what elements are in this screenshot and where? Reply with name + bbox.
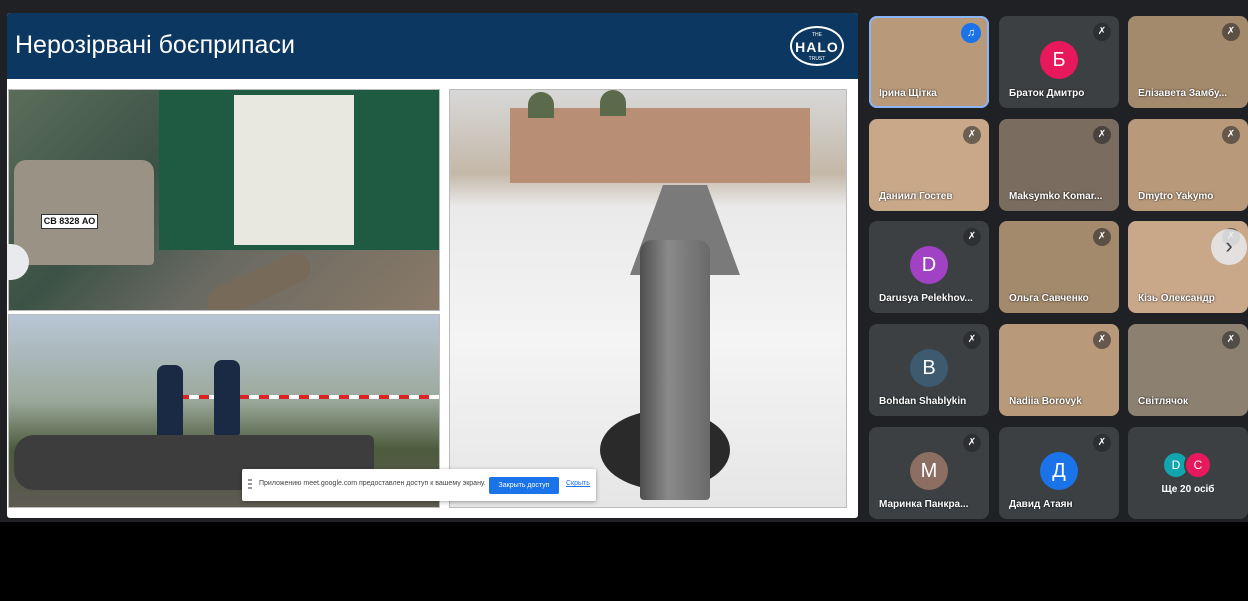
mic-off-icon: ✗	[1093, 434, 1111, 452]
slide-header: Нерозірвані боєприпаси THE HALO TRUST	[7, 13, 858, 79]
mic-off-icon: ✗	[1093, 126, 1111, 144]
slide-title: Нерозірвані боєприпаси	[15, 31, 295, 59]
stop-sharing-button[interactable]: Закрыть доступ	[489, 477, 559, 494]
mic-off-icon: ✗	[963, 126, 981, 144]
participant-tile[interactable]: ✗ Maksymko Komar...	[999, 119, 1119, 211]
participant-name: Darusya Pelekhov...	[879, 293, 973, 304]
mic-off-icon: ✗	[1093, 331, 1111, 349]
participant-tile[interactable]: D ✗ Darusya Pelekhov...	[869, 221, 989, 313]
participant-tile[interactable]: B ✗ Bohdan Shablykin	[869, 324, 989, 416]
mic-on-icon: ♫	[961, 23, 981, 43]
presentation-view: Нерозірвані боєприпаси THE HALO TRUST СВ…	[7, 13, 858, 518]
avatar: B	[910, 349, 948, 387]
participant-name: Елізавета Замбу...	[1138, 88, 1228, 99]
avatar: C	[1184, 451, 1212, 479]
participant-name: Maksymko Komar...	[1009, 191, 1103, 202]
participant-tile[interactable]: ✗ Nadiia Borovyk	[999, 324, 1119, 416]
participant-tile[interactable]: ♫ Ірина Щітка	[869, 16, 989, 108]
participant-tile[interactable]: ✗ Ольга Савченко	[999, 221, 1119, 313]
license-plate: СВ 8328 АО	[41, 214, 98, 229]
participant-name: Маринка Панкра...	[879, 499, 969, 510]
participant-tile[interactable]: Д ✗ Давид Атаян	[999, 427, 1119, 519]
photo-damaged-house: СВ 8328 АО	[8, 89, 440, 311]
mic-off-icon: ✗	[963, 434, 981, 452]
photo-rocket-in-snow	[449, 89, 847, 508]
screen-share-notification: Приложению meet.google.com предоставлен …	[242, 469, 596, 501]
avatar: Д	[1040, 452, 1078, 490]
mic-off-icon: ✗	[1222, 23, 1240, 41]
share-message: Приложению meet.google.com предоставлен …	[259, 480, 486, 487]
mic-off-icon: ✗	[1222, 126, 1240, 144]
participant-name: Кізь Олександр	[1138, 293, 1215, 304]
participant-name: Ольга Савченко	[1009, 293, 1089, 304]
halo-trust-logo: THE HALO TRUST	[790, 26, 844, 66]
avatar: M	[910, 452, 948, 490]
participant-name: Nadiia Borovyk	[1009, 396, 1082, 407]
participant-tile[interactable]: ✗ Світлячок	[1128, 324, 1248, 416]
mic-off-icon: ✗	[963, 228, 981, 246]
participant-name: Давид Атаян	[1009, 499, 1073, 510]
participant-tile[interactable]: ✗ Dmytro Yakymo	[1128, 119, 1248, 211]
participant-name: Світлячок	[1138, 396, 1189, 407]
chevron-right-icon[interactable]: ›	[1211, 229, 1247, 265]
participant-name: Dmytro Yakymo	[1138, 191, 1214, 202]
participant-tile[interactable]: ✗ Елізавета Замбу...	[1128, 16, 1248, 108]
participant-tile[interactable]: M ✗ Маринка Панкра...	[869, 427, 989, 519]
more-participants-tile[interactable]: D C Ще 20 осіб	[1128, 427, 1248, 519]
participant-name: Браток Дмитро	[1009, 88, 1085, 99]
drag-handle-icon[interactable]	[248, 479, 252, 491]
avatar: Б	[1040, 41, 1078, 79]
mic-off-icon: ✗	[1093, 228, 1111, 246]
participant-name: Ірина Щітка	[879, 88, 937, 99]
participant-name: Даниил Гостев	[879, 191, 953, 202]
participant-tile[interactable]: Б ✗ Браток Дмитро	[999, 16, 1119, 108]
mic-off-icon: ✗	[1093, 23, 1111, 41]
mic-off-icon: ✗	[1222, 331, 1240, 349]
participant-tile[interactable]: ✗ Даниил Гостев	[869, 119, 989, 211]
bottom-control-bar	[0, 522, 1248, 601]
mic-off-icon: ✗	[963, 331, 981, 349]
avatar: D	[910, 246, 948, 284]
participant-name: Bohdan Shablykin	[879, 396, 967, 407]
hide-share-bar-link[interactable]: Скрыть	[566, 480, 590, 487]
more-participants-label: Ще 20 осіб	[1161, 484, 1215, 495]
